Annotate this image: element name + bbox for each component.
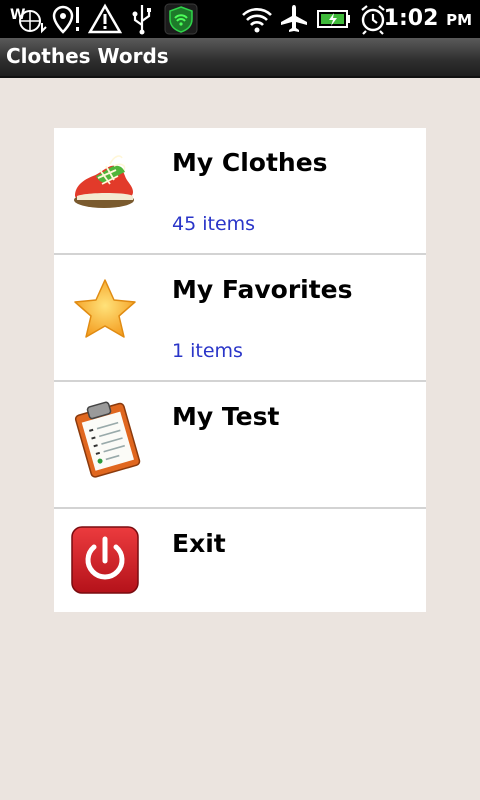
wifi-location-icon: W [10,7,47,34]
warning-icon [88,3,122,34]
clipboard-icon [74,401,141,478]
airplane-icon [281,5,307,32]
status-bar: W 1:02 PM [0,0,480,38]
menu-item-exit[interactable]: Exit [54,509,426,612]
clock-time: 1:02 [383,6,439,31]
clock-ampm: PM [446,11,472,29]
menu-item-my-clothes[interactable]: My Clothes 45 items [54,128,426,253]
menu-item-count: 45 items [172,213,256,235]
clock: 1:02 PM [384,6,472,31]
menu-item-my-test[interactable]: My Test [54,382,426,507]
map-pin-icon [52,5,79,34]
shoe-icon [74,155,134,208]
shield-wifi-icon [164,3,198,35]
star-icon [74,279,136,338]
usb-icon [132,5,151,35]
menu-item-title: My Favorites [172,275,353,304]
app-title-bar: Clothes Words [0,38,480,78]
main-menu: My Clothes 45 items My Favorites 1 items [54,128,426,612]
menu-item-title: My Clothes [172,148,328,177]
menu-item-count: 1 items [172,340,243,362]
battery-icon [317,10,350,28]
app-title: Clothes Words [6,44,169,68]
wifi-signal-icon [242,8,272,33]
menu-item-my-favorites[interactable]: My Favorites 1 items [54,255,426,380]
menu-item-title: My Test [172,402,280,431]
menu-item-title: Exit [172,529,226,558]
power-icon [71,526,139,594]
